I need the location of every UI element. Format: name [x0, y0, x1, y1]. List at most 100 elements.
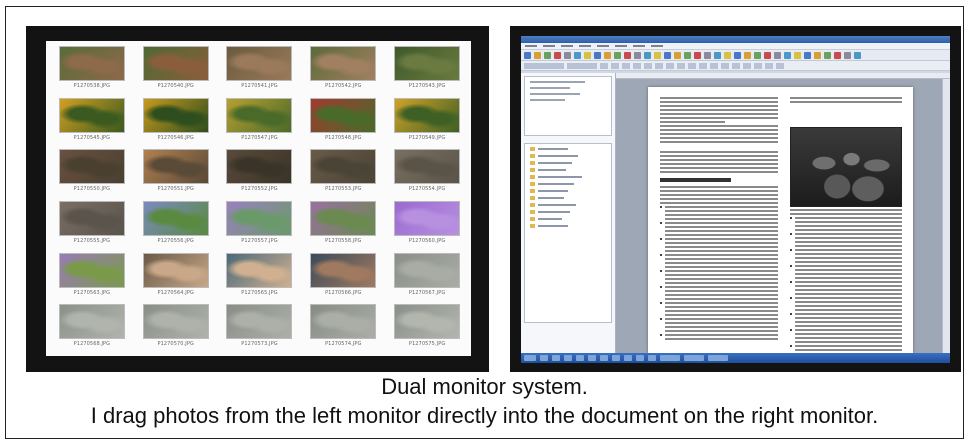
photo-thumbnail-image[interactable] [143, 47, 208, 80]
photo-thumbnail-image[interactable] [227, 98, 292, 132]
photo-thumbnail-image[interactable] [143, 305, 208, 339]
toolbar-icon[interactable] [744, 51, 751, 59]
photo-thumbnail-image[interactable] [395, 47, 460, 80]
taskbar-button[interactable] [636, 355, 644, 361]
photo-thumbnail[interactable]: P1270573.JPG [222, 304, 298, 354]
photo-thumbnail[interactable]: P1270548.JPG [305, 98, 381, 148]
format-control[interactable] [754, 62, 762, 69]
photo-thumbnail[interactable]: P1270563.JPG [54, 253, 130, 303]
vertical-scrollbar[interactable] [942, 79, 950, 353]
toolbar-icon[interactable] [854, 51, 861, 59]
photo-thumbnail-image[interactable] [395, 253, 460, 287]
tree-item[interactable] [530, 175, 606, 179]
photo-thumbnail-image[interactable] [227, 253, 292, 287]
photo-thumbnail-image[interactable] [227, 47, 292, 80]
photo-thumbnail[interactable]: P1270567.JPG [389, 253, 465, 303]
format-control[interactable] [567, 62, 597, 69]
tree-item[interactable] [530, 210, 606, 214]
toolbar-icon[interactable] [804, 51, 811, 59]
format-control[interactable] [677, 62, 685, 69]
format-control[interactable] [732, 62, 740, 69]
photo-thumbnail[interactable]: P1270560.JPG [389, 201, 465, 251]
taskbar-button[interactable] [684, 355, 704, 361]
photo-thumbnail[interactable]: P1270565.JPG [222, 253, 298, 303]
tree-item[interactable] [530, 182, 606, 186]
toolbar-icon[interactable] [674, 51, 681, 59]
toolbar-icon[interactable] [684, 51, 691, 59]
photo-thumbnail-image[interactable] [59, 47, 124, 80]
photo-thumbnail-image[interactable] [59, 253, 124, 287]
photo-thumbnail[interactable]: P1270555.JPG [54, 201, 130, 251]
photo-thumbnail[interactable]: P1270540.JPG [138, 46, 214, 96]
format-control[interactable] [721, 62, 729, 69]
photo-thumbnail[interactable]: P1270574.JPG [305, 304, 381, 354]
photo-thumbnail[interactable]: P1270551.JPG [138, 149, 214, 199]
taskbar-button[interactable] [624, 355, 632, 361]
format-control[interactable] [611, 62, 619, 69]
photo-thumbnail-image[interactable] [59, 305, 124, 339]
photo-thumbnail[interactable]: P1270575.JPG [389, 304, 465, 354]
photo-thumbnail-image[interactable] [227, 150, 292, 184]
taskbar-button[interactable] [612, 355, 620, 361]
format-control[interactable] [688, 62, 696, 69]
taskbar-button[interactable] [576, 355, 584, 361]
toolbar-icon[interactable] [814, 51, 821, 59]
toolbar-icon[interactable] [554, 51, 561, 59]
photo-thumbnail-image[interactable] [395, 98, 460, 132]
toolbar-icon[interactable] [644, 51, 651, 59]
taskbar-button[interactable] [600, 355, 608, 361]
tree-item[interactable] [530, 217, 606, 221]
photo-thumbnail[interactable]: P1270542.JPG [305, 46, 381, 96]
toolbar-icon[interactable] [534, 51, 541, 59]
tree-item[interactable] [530, 161, 606, 165]
taskbar-button[interactable] [708, 355, 728, 361]
photo-thumbnail[interactable]: P1270557.JPG [222, 201, 298, 251]
photo-thumbnail[interactable]: P1270538.JPG [54, 46, 130, 96]
photo-thumbnail-image[interactable] [227, 305, 292, 339]
format-control[interactable] [765, 62, 773, 69]
photo-thumbnail-image[interactable] [311, 150, 376, 184]
taskbar-button[interactable] [648, 355, 656, 361]
tree-item[interactable] [530, 196, 606, 200]
tree-item[interactable] [530, 189, 606, 193]
photo-thumbnail-image[interactable] [59, 202, 124, 235]
photo-thumbnail-image[interactable] [143, 202, 208, 235]
taskbar-button[interactable] [588, 355, 596, 361]
toolbar-icon[interactable] [654, 51, 661, 59]
tree-item[interactable] [530, 147, 606, 151]
toolbar-icon[interactable] [584, 51, 591, 59]
photo-thumbnail[interactable]: P1270545.JPG [54, 98, 130, 148]
photo-thumbnail[interactable]: P1270550.JPG [54, 149, 130, 199]
photo-thumbnail[interactable]: P1270566.JPG [305, 253, 381, 303]
format-control[interactable] [776, 62, 784, 69]
toolbar-icon[interactable] [544, 51, 551, 59]
format-control[interactable] [743, 62, 751, 69]
toolbar-icon[interactable] [604, 51, 611, 59]
toolbar-icon[interactable] [844, 51, 851, 59]
photo-thumbnail[interactable]: P1270570.JPG [138, 304, 214, 354]
toolbar-icon[interactable] [614, 51, 621, 59]
toolbar-icon[interactable] [704, 51, 711, 59]
format-control[interactable] [622, 62, 630, 69]
toolbar-icon[interactable] [784, 51, 791, 59]
photo-thumbnail-image[interactable] [227, 202, 292, 235]
format-control[interactable] [710, 62, 718, 69]
format-control[interactable] [524, 62, 564, 69]
photo-thumbnail[interactable]: P1270564.JPG [138, 253, 214, 303]
photo-thumbnail[interactable]: P1270546.JPG [138, 98, 214, 148]
photo-thumbnail[interactable]: P1270549.JPG [389, 98, 465, 148]
photo-thumbnail-image[interactable] [143, 150, 208, 184]
toolbar-icon[interactable] [624, 51, 631, 59]
toolbar-icon[interactable] [724, 51, 731, 59]
photo-thumbnail[interactable]: P1270543.JPG [389, 46, 465, 96]
photo-thumbnail[interactable]: P1270552.JPG [222, 149, 298, 199]
toolbar-icon[interactable] [714, 51, 721, 59]
toolbar-icon[interactable] [634, 51, 641, 59]
toolbar-icon[interactable] [834, 51, 841, 59]
photo-thumbnail[interactable]: P1270547.JPG [222, 98, 298, 148]
photo-thumbnail-image[interactable] [311, 253, 376, 287]
photo-thumbnail[interactable]: P1270558.JPG [305, 201, 381, 251]
toolbar-icon[interactable] [794, 51, 801, 59]
photo-thumbnail[interactable]: P1270556.JPG [138, 201, 214, 251]
toolbar-icon[interactable] [664, 51, 671, 59]
